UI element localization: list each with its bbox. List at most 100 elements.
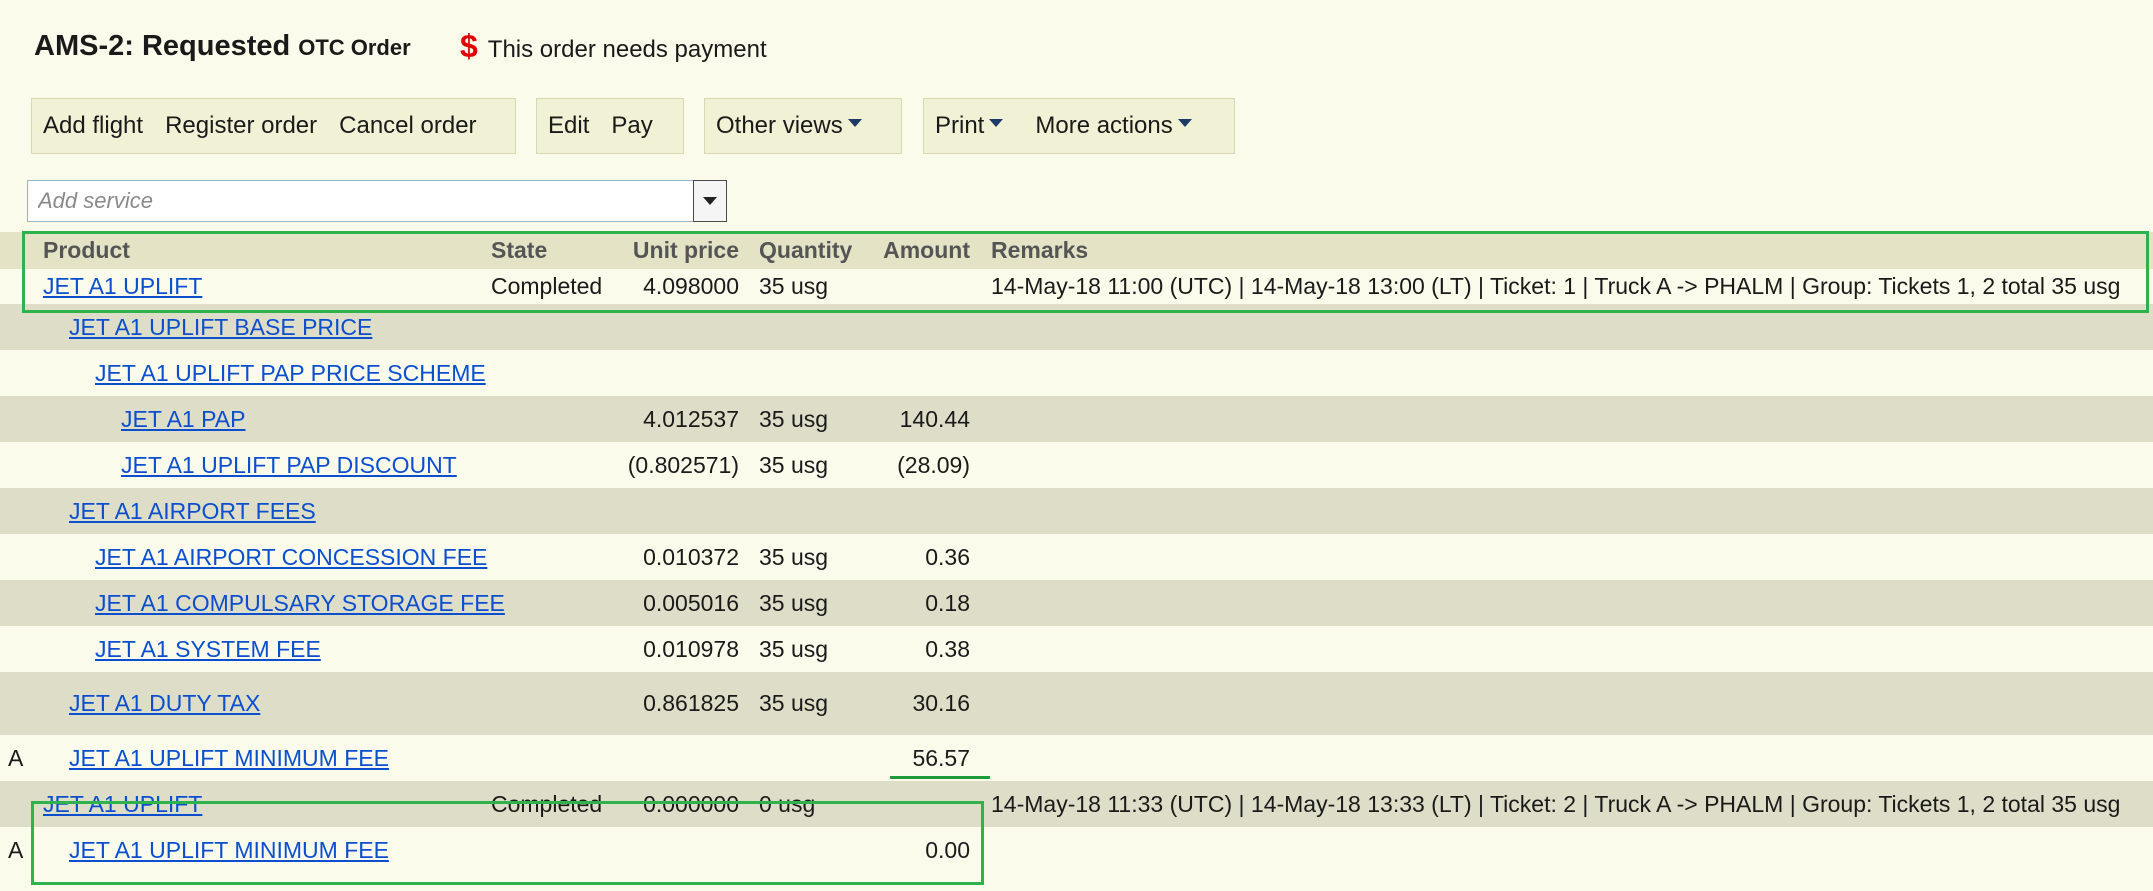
unit-price-cell-wrap: 0.010372 — [643, 534, 739, 580]
amount-cell-wrap: 140.44 — [900, 396, 970, 442]
table-row: JET A1 UPLIFT Completed 4.098000 35 usg 14-M… — [0, 269, 2153, 304]
state-cell: Completed — [491, 790, 603, 817]
amount-cell-wrap: 30.16 — [912, 672, 970, 735]
unit-price-cell: 0.010978 — [643, 635, 739, 662]
product-link[interactable]: JET A1 PAP — [121, 406, 245, 433]
unit-price-cell: (0.802571) — [627, 451, 739, 478]
table-row: A JET A1 UPLIFT MINIMUM FEE 0.00 — [0, 827, 2153, 873]
product-link-wrap: JET A1 SYSTEM FEE — [95, 626, 321, 672]
product-link-wrap: JET A1 UPLIFT MINIMUM FEE — [69, 827, 389, 873]
add-service-dropdown-button[interactable] — [693, 180, 727, 222]
amount-cell-wrap: 0.38 — [925, 626, 970, 672]
table-row: JET A1 COMPULSARY STORAGE FEE 0.005016 35 … — [0, 580, 2153, 626]
product-link-wrap: JET A1 UPLIFT PAP PRICE SCHEME — [95, 350, 486, 396]
table-row: JET A1 UPLIFT PAP DISCOUNT (0.802571) 35 u… — [0, 442, 2153, 488]
toolbar-edit-pay: Edit Pay — [536, 98, 684, 154]
pay-button[interactable]: Pay — [600, 112, 663, 140]
product-link[interactable]: JET A1 AIRPORT FEES — [69, 498, 316, 525]
order-header: AMS-2: Requested OTC Order — [34, 30, 411, 70]
table-row: JET A1 DUTY TAX 0.861825 35 usg 30.16 — [0, 672, 2153, 735]
column-header-amount: Amount — [883, 237, 970, 263]
dollar-icon: $ — [460, 28, 478, 64]
product-link[interactable]: JET A1 DUTY TAX — [69, 690, 260, 717]
quantity-cell: 35 usg — [759, 405, 829, 432]
other-views-label: Other views — [716, 112, 843, 139]
product-link-wrap: JET A1 UPLIFT — [43, 781, 202, 827]
toolbar-views: Other views — [704, 98, 902, 154]
unit-price-cell: 0.010372 — [643, 543, 739, 570]
caret-down-icon — [1177, 118, 1192, 127]
remarks-cell: 14-May-18 11:33 (UTC) | 14-May-18 13:33 … — [991, 790, 2121, 817]
table-header-row: Product State Unit price Quantity Amount… — [0, 232, 2153, 269]
product-link[interactable]: JET A1 UPLIFT — [43, 791, 202, 818]
quantity-cell: 35 usg — [759, 635, 829, 662]
product-link[interactable]: JET A1 UPLIFT PAP DISCOUNT — [121, 452, 457, 479]
quantity-cell-wrap: 35 usg — [759, 672, 828, 735]
product-link-wrap: JET A1 AIRPORT FEES — [69, 488, 316, 534]
product-link[interactable]: JET A1 UPLIFT MINIMUM FEE — [69, 745, 389, 772]
quantity-cell-wrap: 35 usg — [759, 534, 828, 580]
unit-price-cell-wrap: 0.000000 — [643, 781, 739, 827]
quantity-cell-wrap: 35 usg — [759, 396, 828, 442]
state-cell-wrap: Completed — [491, 781, 602, 827]
amount-cell: 0.36 — [925, 543, 970, 570]
table-row: A JET A1 UPLIFT MINIMUM FEE 56.57 — [0, 735, 2153, 781]
register-order-button[interactable]: Register order — [154, 112, 328, 140]
product-link-wrap: JET A1 UPLIFT — [43, 269, 202, 304]
edit-button[interactable]: Edit — [537, 112, 600, 140]
product-link-wrap: JET A1 DUTY TAX — [69, 672, 260, 735]
table-row: JET A1 UPLIFT BASE PRICE — [0, 304, 2153, 350]
amount-cell: 0.00 — [925, 836, 970, 863]
column-header-quantity: Quantity — [759, 237, 853, 263]
state-cell-wrap: Completed — [491, 269, 602, 304]
order-lines-table: Product State Unit price Quantity Amount… — [0, 232, 2153, 873]
row-flag-wrap: A — [8, 827, 23, 873]
quantity-cell-wrap: 0 usg — [759, 781, 815, 827]
other-views-dropdown[interactable]: Other views — [705, 112, 873, 140]
unit-price-cell: 4.012537 — [643, 405, 739, 432]
toolbar-print-more: Print More actions — [923, 98, 1235, 154]
table-row: JET A1 UPLIFT Completed 0.000000 0 usg 14-Ma… — [0, 781, 2153, 827]
amount-cell: 140.44 — [899, 405, 970, 432]
payment-notice-text: This order needs payment — [487, 36, 767, 63]
amount-cell-wrap: (28.09) — [897, 442, 970, 488]
unit-price-cell: 0.000000 — [643, 790, 739, 817]
table-row: JET A1 UPLIFT PAP PRICE SCHEME — [0, 350, 2153, 396]
product-link[interactable]: JET A1 UPLIFT BASE PRICE — [69, 314, 372, 341]
page-title: AMS-2: Requested — [34, 30, 291, 62]
product-link[interactable]: JET A1 UPLIFT PAP PRICE SCHEME — [95, 360, 486, 387]
quantity-cell: 35 usg — [759, 273, 829, 299]
more-actions-dropdown[interactable]: More actions — [1024, 112, 1202, 140]
add-flight-button[interactable]: Add flight — [32, 112, 154, 140]
more-actions-label: More actions — [1035, 112, 1173, 139]
amount-cell: 0.38 — [925, 635, 970, 662]
amount-cell: 30.16 — [912, 690, 970, 716]
amount-underline — [890, 776, 990, 779]
product-link[interactable]: JET A1 COMPULSARY STORAGE FEE — [95, 590, 505, 617]
column-header-state: State — [491, 237, 548, 263]
product-link-wrap: JET A1 COMPULSARY STORAGE FEE — [95, 580, 505, 626]
page-title-suffix: OTC Order — [298, 35, 411, 60]
unit-price-cell-wrap: 4.012537 — [643, 396, 739, 442]
toolbar-order-actions: Add flight Register order Cancel order — [31, 98, 516, 154]
add-service-input[interactable] — [27, 180, 693, 222]
remarks-cell-wrap: 14-May-18 11:00 (UTC) | 14-May-18 13:00 … — [991, 269, 2120, 304]
product-link-wrap: JET A1 AIRPORT CONCESSION FEE — [95, 534, 487, 580]
quantity-cell: 35 usg — [759, 589, 829, 616]
quantity-cell-wrap: 35 usg — [759, 442, 828, 488]
state-cell: Completed — [491, 273, 603, 299]
remarks-cell: 14-May-18 11:00 (UTC) | 14-May-18 13:00 … — [991, 273, 2121, 299]
row-flag: A — [8, 744, 24, 771]
row-flag: A — [8, 836, 24, 863]
product-link[interactable]: JET A1 UPLIFT MINIMUM FEE — [69, 837, 389, 864]
quantity-cell-wrap: 35 usg — [759, 269, 828, 304]
product-link[interactable]: JET A1 UPLIFT — [43, 273, 202, 300]
product-link[interactable]: JET A1 SYSTEM FEE — [95, 636, 321, 663]
print-dropdown[interactable]: Print — [924, 112, 1014, 140]
product-link-wrap: JET A1 PAP — [121, 396, 245, 442]
column-header-remarks: Remarks — [991, 237, 1089, 263]
payment-notice: $ This order needs payment — [460, 28, 767, 65]
product-link[interactable]: JET A1 AIRPORT CONCESSION FEE — [95, 544, 487, 571]
cancel-order-button[interactable]: Cancel order — [328, 112, 487, 140]
quantity-cell: 35 usg — [759, 690, 829, 716]
